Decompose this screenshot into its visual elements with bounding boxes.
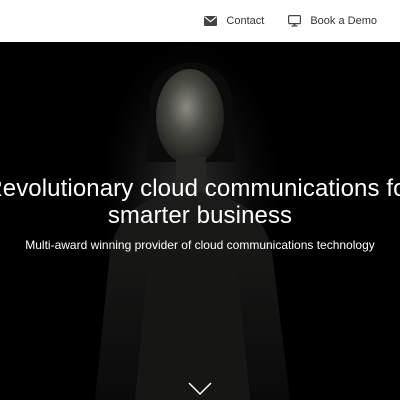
top-nav-bar: Contact Book a Demo	[0, 0, 400, 42]
envelope-icon	[204, 16, 218, 26]
contact-label: Contact	[226, 15, 265, 27]
chevron-down-icon	[188, 382, 212, 396]
book-demo-label: Book a Demo	[310, 15, 377, 27]
monitor-icon	[288, 15, 302, 27]
hero-section: Revolutionary cloud communications for s…	[0, 42, 400, 400]
book-demo-link[interactable]: Book a Demo	[288, 15, 377, 27]
hero-subheadline: Multi-award winning provider of cloud co…	[25, 238, 375, 252]
hero-headline-line2: smarter business	[107, 202, 293, 229]
hero-headline: Revolutionary cloud communications for s…	[0, 175, 400, 229]
scroll-down-button[interactable]	[188, 382, 212, 396]
hero-headline-line1: Revolutionary cloud communications for	[0, 175, 400, 202]
contact-link[interactable]: Contact	[204, 15, 264, 27]
